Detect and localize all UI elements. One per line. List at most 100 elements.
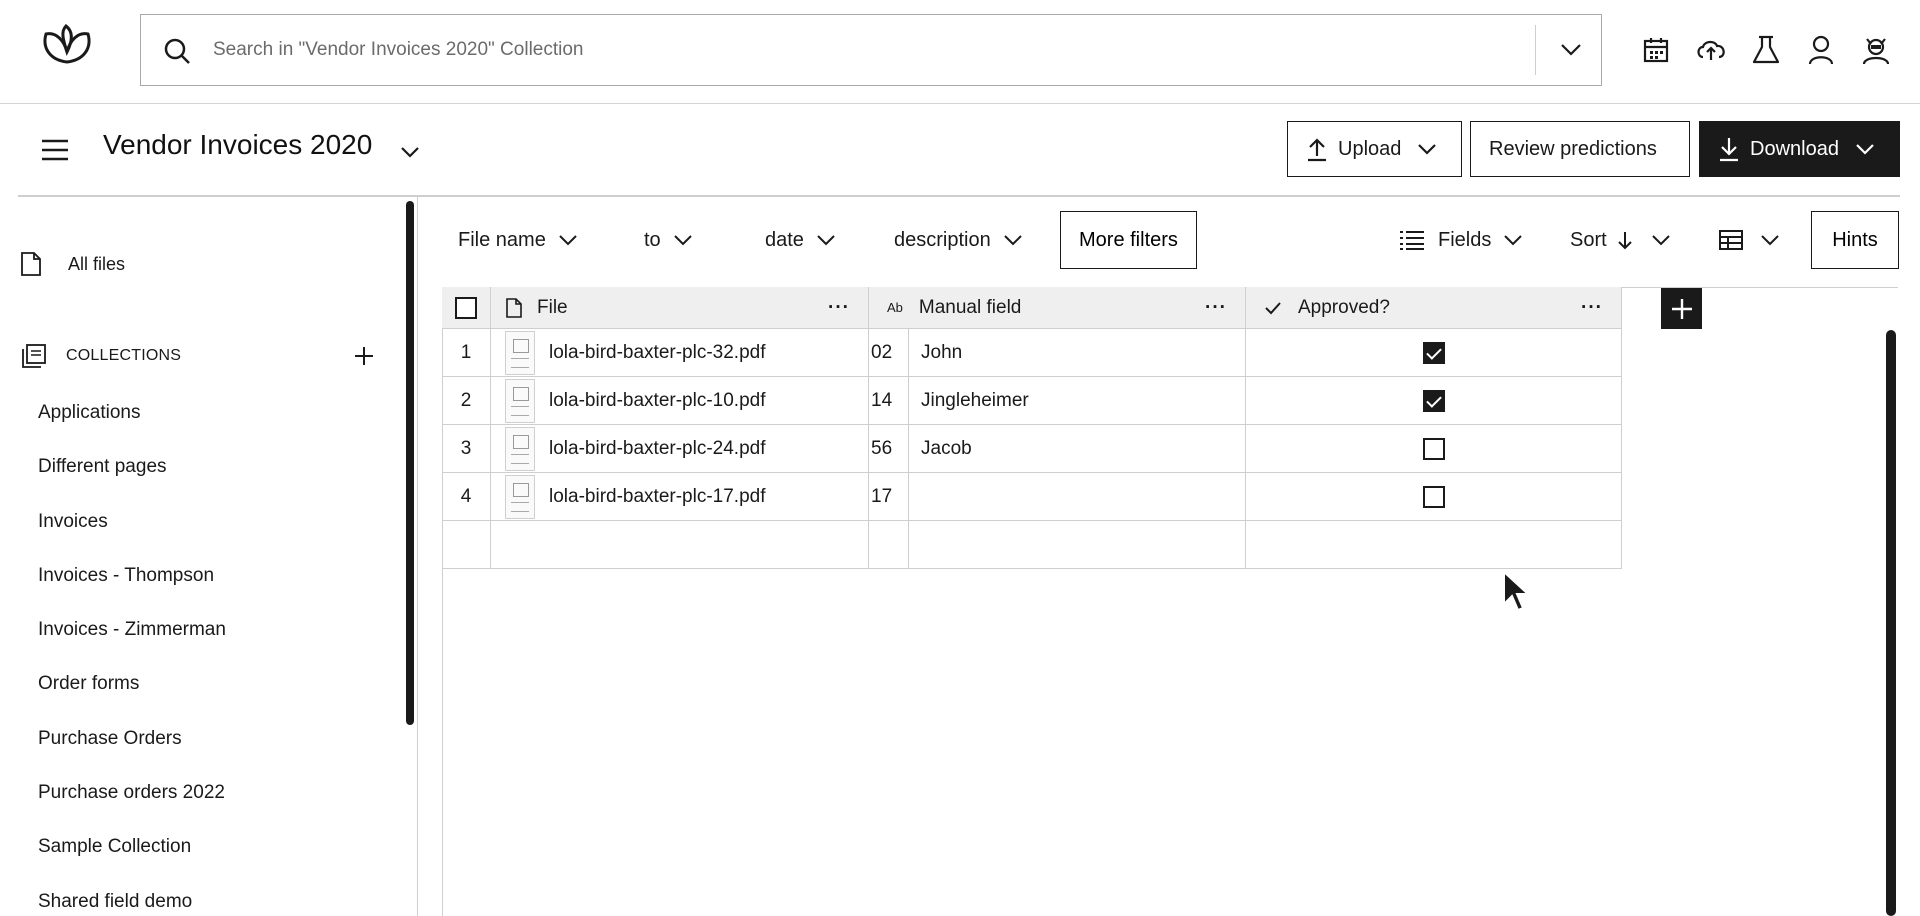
file-name[interactable]: lola-bird-baxter-plc-32.pdf: [549, 342, 766, 364]
flask-icon[interactable]: [1746, 30, 1786, 70]
table-scrollbar[interactable]: [1886, 330, 1896, 916]
file-thumbnail[interactable]: [505, 330, 535, 375]
row-number: 4: [442, 473, 491, 521]
partial-cell: 14: [869, 377, 909, 425]
sidebar-item-applications[interactable]: Applications: [38, 402, 398, 456]
sidebar-item-order-forms[interactable]: Order forms: [38, 673, 398, 727]
column-header-file[interactable]: File ···: [491, 287, 869, 329]
text-type-ab-icon: Ab: [887, 300, 903, 315]
approved-checkbox[interactable]: [1422, 437, 1445, 460]
approved-checkbox[interactable]: [1422, 389, 1445, 412]
file-thumbnail[interactable]: [505, 426, 535, 471]
file-thumbnail[interactable]: [505, 378, 535, 423]
download-icon: [1718, 136, 1740, 162]
filter-file-name[interactable]: File name: [458, 211, 578, 269]
column-menu-dots-icon[interactable]: ···: [828, 297, 850, 319]
filter-description[interactable]: description: [894, 211, 1023, 269]
file-cell[interactable]: lola-bird-baxter-plc-24.pdf: [491, 425, 869, 473]
collection-chevron-down-icon[interactable]: [396, 140, 424, 164]
more-filters-button[interactable]: More filters: [1060, 211, 1197, 269]
row-number: 1: [442, 329, 491, 377]
search-options-chevron-down-icon[interactable]: [1551, 35, 1591, 65]
cloud-link-icon[interactable]: [1691, 30, 1731, 70]
column-header-approved[interactable]: Approved? ···: [1246, 287, 1622, 329]
column-menu-dots-icon[interactable]: ···: [1205, 297, 1227, 319]
user-icon[interactable]: [1801, 30, 1841, 70]
chevron-down-icon: [673, 234, 693, 246]
file-cell[interactable]: lola-bird-baxter-plc-10.pdf: [491, 377, 869, 425]
sidebar: All files COLLECTIONS Applications Diffe…: [0, 197, 418, 916]
chevron-down-icon: [1760, 234, 1780, 246]
bot-icon[interactable]: [1856, 30, 1896, 70]
row-number: 3: [442, 425, 491, 473]
sidebar-item-shared-field-demo[interactable]: Shared field demo: [38, 891, 398, 916]
add-collection-plus-icon[interactable]: [350, 342, 378, 370]
manual-field-cell[interactable]: [909, 473, 1246, 521]
collections-list: Applications Different pages Invoices In…: [38, 402, 398, 916]
manual-field-cell[interactable]: John: [909, 329, 1246, 377]
chevron-down-icon: [558, 234, 578, 246]
review-predictions-button[interactable]: Review predictions: [1470, 121, 1690, 177]
app-logo-icon[interactable]: [40, 22, 94, 66]
list-icon: [1400, 230, 1424, 250]
hints-button[interactable]: Hints: [1811, 211, 1899, 269]
sidebar-item-invoices-thompson[interactable]: Invoices - Thompson: [38, 565, 398, 619]
upload-button[interactable]: Upload: [1287, 121, 1462, 177]
file-name[interactable]: lola-bird-baxter-plc-17.pdf: [549, 486, 766, 508]
column-menu-dots-icon[interactable]: ···: [1581, 297, 1603, 319]
table-row-empty[interactable]: [442, 521, 1662, 569]
empty-cell: [869, 521, 909, 569]
fields-button[interactable]: Fields: [1400, 211, 1523, 269]
empty-cell[interactable]: [1246, 521, 1622, 569]
collection-title[interactable]: Vendor Invoices 2020: [103, 129, 372, 161]
manual-field-cell[interactable]: Jingleheimer: [909, 377, 1246, 425]
approved-checkbox[interactable]: [1422, 341, 1445, 364]
sort-button[interactable]: Sort: [1570, 211, 1671, 269]
sidebar-scrollbar[interactable]: [406, 201, 414, 725]
add-column-plus-icon[interactable]: [1661, 288, 1702, 329]
column-header-manual-field[interactable]: Ab Manual field ···: [869, 287, 1246, 329]
table-row[interactable]: 3 lola-bird-baxter-plc-24.pdf 56 Jacob: [442, 425, 1662, 473]
file-cell[interactable]: lola-bird-baxter-plc-32.pdf: [491, 329, 869, 377]
column-header-approved-label: Approved?: [1298, 296, 1390, 318]
approved-checkbox[interactable]: [1422, 485, 1445, 508]
calendar-icon[interactable]: [1636, 30, 1676, 70]
file-name[interactable]: lola-bird-baxter-plc-24.pdf: [549, 438, 766, 460]
empty-cell[interactable]: [909, 521, 1246, 569]
table-row[interactable]: 1 lola-bird-baxter-plc-32.pdf 02 John: [442, 329, 1662, 377]
filter-date[interactable]: date: [765, 211, 836, 269]
sidebar-item-all-files[interactable]: All files: [20, 249, 125, 279]
empty-cell[interactable]: [491, 521, 869, 569]
search-icon: [163, 37, 191, 65]
hamburger-menu-icon[interactable]: [38, 135, 72, 165]
file-name[interactable]: lola-bird-baxter-plc-10.pdf: [549, 390, 766, 412]
sidebar-item-purchase-orders-2022[interactable]: Purchase orders 2022: [38, 782, 398, 836]
filter-to[interactable]: to: [644, 211, 693, 269]
empty-cell: [442, 521, 491, 569]
upload-label: Upload: [1338, 137, 1402, 160]
sidebar-item-invoices-zimmerman[interactable]: Invoices - Zimmerman: [38, 619, 398, 673]
file-icon: [20, 251, 44, 277]
download-button[interactable]: Download: [1699, 121, 1900, 177]
table-layout-icon: [1718, 229, 1744, 251]
filter-description-label: description: [894, 228, 991, 251]
sidebar-item-invoices[interactable]: Invoices: [38, 511, 398, 565]
view-layout-button[interactable]: [1718, 211, 1780, 269]
sidebar-item-sample-collection[interactable]: Sample Collection: [38, 836, 398, 890]
sidebar-item-purchase-orders[interactable]: Purchase Orders: [38, 728, 398, 782]
file-thumbnail[interactable]: [505, 474, 535, 519]
fields-label: Fields: [1438, 228, 1492, 251]
manual-field-cell[interactable]: Jacob: [909, 425, 1246, 473]
search-input[interactable]: [213, 33, 1593, 67]
download-label: Download: [1750, 137, 1839, 160]
file-cell[interactable]: lola-bird-baxter-plc-17.pdf: [491, 473, 869, 521]
approved-cell: [1246, 473, 1622, 521]
checkmark-type-icon: [1264, 301, 1282, 315]
table-row[interactable]: 2 lola-bird-baxter-plc-10.pdf 14 Jingleh…: [442, 377, 1662, 425]
search-bar: [140, 14, 1602, 86]
collections-label: COLLECTIONS: [66, 347, 182, 364]
sidebar-item-different-pages[interactable]: Different pages: [38, 456, 398, 510]
table-row[interactable]: 4 lola-bird-baxter-plc-17.pdf 17: [442, 473, 1662, 521]
column-header-manual-field-label: Manual field: [918, 296, 1022, 318]
select-all-checkbox[interactable]: [455, 296, 477, 319]
